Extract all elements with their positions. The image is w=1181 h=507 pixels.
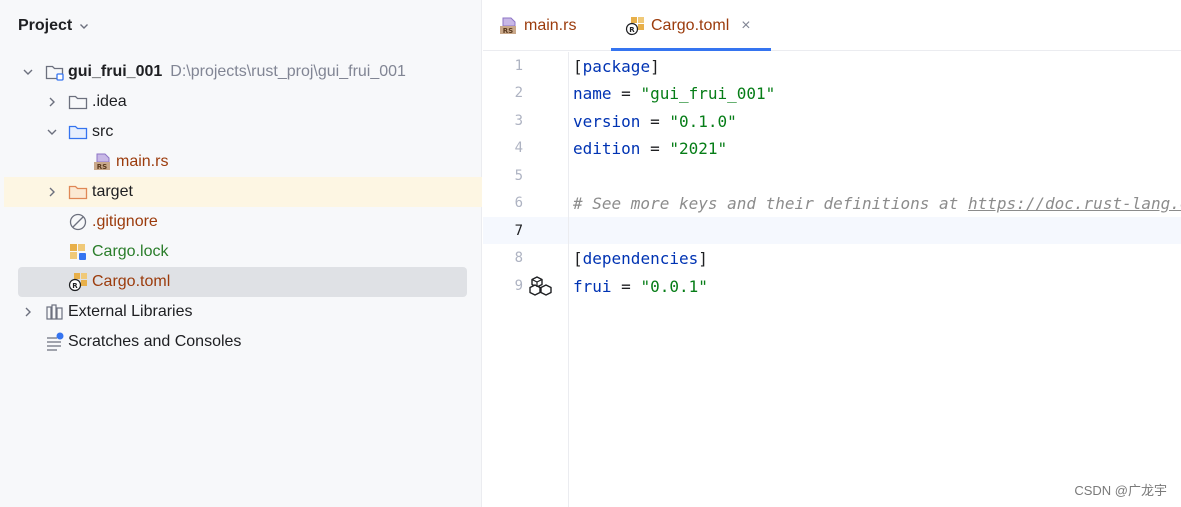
scratches-icon [45, 332, 65, 352]
tree-item-src[interactable]: src [0, 117, 482, 147]
tree-item-label: target [92, 183, 133, 200]
project-panel-header[interactable]: Project [0, 0, 482, 52]
code-token: ] [650, 57, 660, 76]
tree-item-label: .idea [92, 93, 127, 110]
line-number: 1 [514, 58, 523, 74]
code-token: = [640, 112, 670, 131]
chevron-down-icon[interactable] [78, 20, 90, 32]
code-token: name [573, 84, 612, 103]
code-line-9: frui = "0.0.1" [573, 277, 708, 296]
code-line-2: name = "gui_frui_001" [573, 84, 775, 103]
svg-text:RS: RS [97, 163, 107, 171]
svg-text:R: R [629, 26, 635, 34]
line-number: 7 [514, 223, 523, 239]
code-token: = [640, 139, 670, 158]
tree-item-label: Cargo.toml [92, 273, 171, 290]
line-number: 3 [514, 113, 523, 129]
rust-file-icon: RS [498, 16, 518, 36]
code-token: dependencies [582, 249, 699, 268]
code-token: "gui_frui_001" [640, 84, 776, 103]
code-token: version [573, 112, 641, 131]
line-number: 8 [514, 250, 523, 266]
code-line-1: [package] [573, 57, 660, 76]
cargo-lock-icon [68, 242, 88, 262]
active-tab-indicator [611, 48, 771, 51]
folder-icon [68, 92, 88, 112]
tree-item-gui-frui-001[interactable]: gui_frui_001 D:\projects\rust_proj\gui_fr… [0, 57, 482, 87]
tree-item-label: .gitignore [92, 213, 158, 230]
editor-gutter: 1 2 3 4 5 6 7 8 9 [483, 52, 569, 507]
cargo-toml-icon: R [625, 16, 645, 36]
code-token: package [582, 57, 651, 76]
rust-file-icon: RS [92, 152, 112, 172]
tree-item-label: Scratches and Consoles [68, 333, 242, 350]
svg-text:R: R [72, 282, 78, 290]
chevron-right-icon[interactable] [46, 96, 58, 108]
chevron-down-icon[interactable] [46, 126, 58, 138]
code-token: "2021" [669, 139, 728, 158]
tree-item-scratches-and-consoles[interactable]: Scratches and Consoles [0, 327, 482, 357]
editor: RS main.rs R Cargo.toml × 1 2 3 4 5 6 7 … [483, 0, 1181, 507]
code-token: edition [573, 139, 641, 158]
tab-label: main.rs [524, 16, 577, 34]
tree-item-cargo-lock[interactable]: Cargo.lock [0, 237, 482, 267]
code-token: ] [698, 249, 708, 268]
code-line-3: version = "0.1.0" [573, 112, 737, 131]
chevron-down-icon[interactable] [22, 66, 34, 78]
ignore-file-icon [68, 212, 88, 232]
module-folder-icon [45, 62, 65, 82]
tab-cargo-toml[interactable]: R Cargo.toml × [625, 0, 751, 51]
chevron-right-icon[interactable] [22, 306, 34, 318]
code-token: [ [573, 249, 583, 268]
project-tree: gui_frui_001 D:\projects\rust_proj\gui_fr… [0, 57, 482, 357]
code-token: "0.1.0" [669, 112, 737, 131]
tree-item-label: main.rs [116, 153, 169, 170]
code-line-8: [dependencies] [573, 249, 708, 268]
source-folder-icon [68, 122, 88, 142]
project-path: D:\projects\rust_proj\gui_frui_001 [170, 63, 406, 80]
tree-item-idea[interactable]: .idea [0, 87, 482, 117]
project-panel: Project gui_frui_001 D:\projects\rust_pro… [0, 0, 482, 507]
tree-item-main-rs[interactable]: RS main.rs [0, 147, 482, 177]
line-number: 2 [514, 85, 523, 101]
code-token: [ [573, 57, 583, 76]
line-number: 9 [514, 278, 523, 294]
chevron-right-icon[interactable] [46, 186, 58, 198]
tree-item-target[interactable]: target [4, 177, 482, 207]
code-line-6: # See more keys and their definitions at… [573, 194, 1181, 213]
line-number: 5 [514, 168, 523, 184]
tree-item-label: src [92, 123, 114, 140]
tree-item-label: External Libraries [68, 303, 193, 320]
code-area[interactable]: [package] name = "gui_frui_001" version … [570, 52, 1181, 507]
crate-dependency-icon[interactable] [529, 275, 553, 297]
watermark: CSDN @广龙宇 [1074, 483, 1167, 498]
library-icon [45, 302, 65, 322]
tree-item-label: Cargo.lock [92, 243, 169, 260]
svg-text:RS: RS [503, 27, 513, 35]
tab-label: Cargo.toml [651, 16, 730, 34]
line-number: 6 [514, 195, 523, 211]
code-token: frui [573, 277, 612, 296]
editor-tabbar: RS main.rs R Cargo.toml × [483, 0, 1181, 51]
excluded-folder-icon [68, 182, 88, 202]
code-token: = [611, 277, 641, 296]
line-number: 4 [514, 140, 523, 156]
code-comment: # See more keys and their definitions at [573, 194, 968, 213]
project-panel-title[interactable]: Project [18, 17, 72, 35]
tree-item-external-libraries[interactable]: External Libraries [0, 297, 482, 327]
cargo-toml-icon: R [68, 272, 88, 292]
tree-item-gitignore[interactable]: .gitignore [0, 207, 482, 237]
code-token: "0.0.1" [640, 277, 708, 296]
close-icon[interactable]: × [741, 17, 750, 35]
code-token: = [611, 84, 641, 103]
tab-main-rs[interactable]: RS main.rs [498, 0, 576, 51]
code-link[interactable]: https://doc.rust-lang.org/cargo/referenc… [968, 194, 1181, 213]
code-line-4: edition = "2021" [573, 139, 727, 158]
tree-item-label: gui_frui_001 [68, 63, 163, 80]
tree-item-cargo-toml[interactable]: R Cargo.toml [18, 267, 467, 297]
